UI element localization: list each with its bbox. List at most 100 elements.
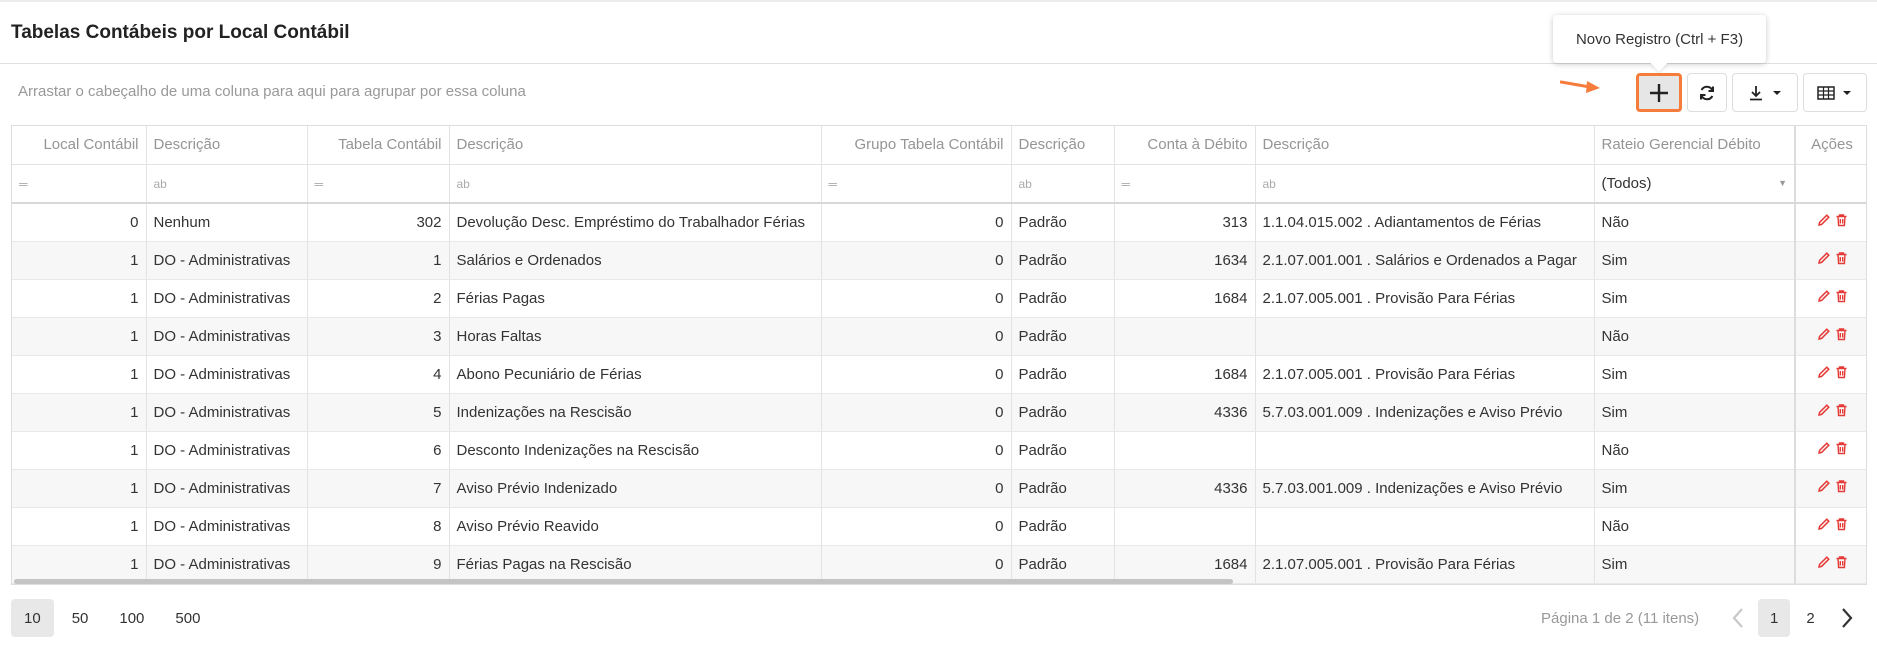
trash-icon[interactable] [1835,327,1848,345]
filter-cell-tabela-desc[interactable]: ab [449,164,822,204]
cell-descricao-local: DO - Administrativas [146,431,308,470]
equals-filter-icon[interactable]: ═ [1122,177,1131,191]
cell-local-contabil: 1 [12,393,147,432]
edit-icon[interactable] [1817,555,1831,573]
cell-descricao-tabela: Aviso Prévio Reavido [449,507,822,546]
cell-descricao-tabela: Horas Faltas [449,317,822,356]
next-page-button[interactable] [1829,599,1865,637]
page-size-50[interactable]: 50 [59,599,102,637]
text-search-filter-icon[interactable]: ab [1263,177,1276,191]
edit-icon[interactable] [1817,517,1831,535]
new-record-tooltip: Novo Registro (Ctrl + F3) [1553,15,1766,63]
cell-descricao-local: DO - Administrativas [146,317,308,356]
page-button-2[interactable]: 2 [1794,599,1826,637]
text-search-filter-icon[interactable]: ab [154,177,167,191]
edit-icon[interactable] [1817,251,1831,269]
cell-descricao-tabela: Férias Pagas [449,279,822,318]
cell-tabela-contabil: 4 [307,355,450,394]
edit-icon[interactable] [1817,327,1831,345]
previous-page-button[interactable] [1720,599,1756,637]
table-row[interactable]: 1 DO - Administrativas 7 Aviso Prévio Inden… [12,469,1866,508]
text-search-filter-icon[interactable]: ab [457,177,470,191]
filter-cell-grupo-desc[interactable]: ab [1011,164,1115,204]
cell-descricao-grupo: Padrão [1011,469,1115,508]
cell-conta-debito: 1684 [1114,545,1256,584]
trash-icon[interactable] [1835,517,1848,535]
cell-descricao-conta [1255,317,1595,356]
table-row[interactable]: 1 DO - Administrativas 1 Salários e Ordenad… [12,241,1866,280]
edit-icon[interactable] [1817,365,1831,383]
cell-conta-debito: 4336 [1114,469,1256,508]
edit-icon[interactable] [1817,403,1831,421]
text-search-filter-icon[interactable]: ab [1019,177,1032,191]
equals-filter-icon[interactable]: ═ [19,177,28,191]
export-button[interactable] [1732,73,1798,112]
filter-cell-conta-desc[interactable]: ab [1255,164,1595,204]
page-button-1[interactable]: 1 [1758,599,1791,637]
cell-conta-debito [1114,431,1256,470]
table-row[interactable]: 1 DO - Administrativas 8 Aviso Prévio Reavi… [12,507,1866,546]
horizontal-scrollbar[interactable] [14,579,1233,584]
filter-cell-local[interactable]: ═ [12,164,147,204]
equals-filter-icon[interactable]: ═ [829,177,838,191]
cell-grupo-tabela-contabil: 0 [821,203,1012,242]
page-title: Tabelas Contábeis por Local Contábil [11,22,350,43]
edit-icon[interactable] [1817,213,1831,231]
cell-descricao-conta: 2.1.07.005.001 . Provisão Para Férias [1255,355,1595,394]
edit-icon[interactable] [1817,441,1831,459]
cell-descricao-conta [1255,507,1595,546]
column-header-grupo-tabela-contabil[interactable]: Grupo Tabela Contábil [821,126,1012,165]
refresh-button[interactable] [1687,73,1727,112]
filter-cell-grupo[interactable]: ═ [821,164,1012,204]
cell-descricao-local: DO - Administrativas [146,355,308,394]
trash-icon[interactable] [1835,441,1848,459]
column-header-descricao-grupo[interactable]: Descrição [1011,126,1115,165]
filter-cell-rateio[interactable]: (Todos) ▼ [1594,164,1796,204]
table-row[interactable]: 0 Nenhum 302 Devolução Desc. Empréstimo do … [12,203,1866,242]
cell-grupo-tabela-contabil: 0 [821,279,1012,318]
table-row[interactable]: 1 DO - Administrativas 2 Férias Pagas 0 Padrã… [12,279,1866,318]
trash-icon[interactable] [1835,251,1848,269]
column-header-rateio-gerencial-debito[interactable]: Rateio Gerencial Débito [1594,126,1796,165]
trash-icon[interactable] [1835,403,1848,421]
table-row[interactable]: 1 DO - Administrativas 4 Abono Pecuniário d… [12,355,1866,394]
page-size-500[interactable]: 500 [162,599,213,637]
add-record-button[interactable] [1636,73,1682,112]
cell-local-contabil: 1 [12,241,147,280]
filter-cell-actions [1794,164,1866,204]
column-header-descricao-conta[interactable]: Descrição [1255,126,1595,165]
page-size-100[interactable]: 100 [106,599,157,637]
filter-cell-tabela[interactable]: ═ [307,164,450,204]
column-chooser-button[interactable] [1803,73,1867,112]
filter-cell-conta[interactable]: ═ [1114,164,1256,204]
cell-actions [1794,203,1866,242]
table-row[interactable]: 1 DO - Administrativas 3 Horas Faltas 0 Padrã… [12,317,1866,356]
cell-descricao-conta: 5.7.03.001.009 . Indenizações e Aviso Pr… [1255,469,1595,508]
trash-icon[interactable] [1835,479,1848,497]
edit-icon[interactable] [1817,479,1831,497]
trash-icon[interactable] [1835,289,1848,307]
table-row[interactable]: 1 DO - Administrativas 6 Desconto Indenizaç… [12,431,1866,470]
edit-icon[interactable] [1817,289,1831,307]
column-header-local-contabil[interactable]: Local Contábil [12,126,147,165]
table-row[interactable]: 1 DO - Administrativas 9 Férias Pagas na Re… [12,545,1866,584]
cell-descricao-tabela: Devolução Desc. Empréstimo do Trabalhado… [449,203,822,242]
column-header-conta-debito[interactable]: Conta à Débito [1114,126,1256,165]
cell-descricao-grupo: Padrão [1011,203,1115,242]
trash-icon[interactable] [1835,365,1848,383]
cell-tabela-contabil: 3 [307,317,450,356]
filter-cell-local-desc[interactable]: ab [146,164,308,204]
column-header-tabela-contabil[interactable]: Tabela Contábil [307,126,450,165]
equals-filter-icon[interactable]: ═ [315,177,324,191]
cell-conta-debito [1114,507,1256,546]
column-header-descricao-tabela[interactable]: Descrição [449,126,822,165]
page-size-10[interactable]: 10 [11,599,54,637]
table-row[interactable]: 1 DO - Administrativas 5 Indenizações na Re… [12,393,1866,432]
trash-icon[interactable] [1835,213,1848,231]
plus-icon [1650,83,1668,102]
column-header-descricao-local[interactable]: Descrição [146,126,308,165]
trash-icon[interactable] [1835,555,1848,573]
chevron-down-icon: ▼ [1778,178,1787,189]
rateio-filter-select[interactable]: (Todos) ▼ [1602,175,1788,192]
cell-descricao-tabela: Desconto Indenizações na Rescisão [449,431,822,470]
